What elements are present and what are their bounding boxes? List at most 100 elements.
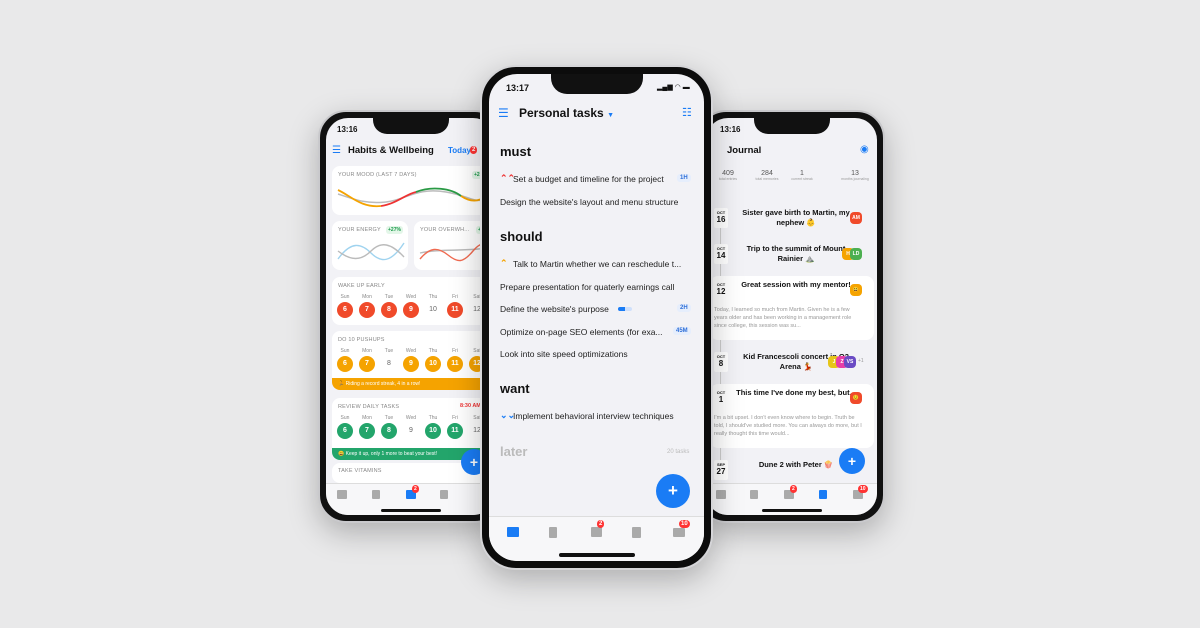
entry-date: OCT 12 (714, 280, 728, 300)
habit-day-check[interactable]: 7 (359, 356, 375, 372)
habit-day-check[interactable]: 8 (381, 423, 397, 439)
add-task-button[interactable]: + (656, 474, 690, 508)
entry-date: OCT 1 (714, 388, 728, 408)
entry-person-avatar: 😃 (850, 284, 862, 296)
add-entry-button[interactable]: + (839, 448, 865, 474)
habit-day-check[interactable]: 9 (403, 356, 419, 372)
task-title: Talk to Martin whether we can reschedule… (513, 259, 682, 269)
list-view-icon[interactable]: ☷ (682, 106, 692, 119)
entry-day: 1 (718, 395, 724, 404)
later-count: 20 tasks (667, 449, 690, 455)
home-indicator (761, 509, 822, 512)
entry-title[interactable]: Great session with my mentor! (736, 280, 856, 290)
menu-icon[interactable]: ☰ (498, 106, 509, 120)
journal-stat: 13 months journaling (837, 170, 873, 181)
task-estimate: 2H (677, 304, 691, 312)
energy-chart (337, 242, 405, 261)
status-time: 13:16 (720, 125, 741, 134)
tab-tasks-icon[interactable] (507, 527, 519, 537)
habit-day-label: Wed (405, 415, 417, 421)
habit-day-check[interactable]: 6 (337, 356, 353, 372)
energy-card[interactable]: YOUR ENERGY +27% (332, 221, 408, 270)
habit-reminder-time: 8:30 AM (460, 403, 481, 409)
tab-bar: 2 10 (706, 483, 877, 515)
entry-date: OCT 8 (714, 352, 728, 372)
habit-day-check[interactable]: 6 (337, 302, 353, 318)
mood-label: YOUR MOOD (LAST 7 DAYS) (338, 172, 417, 178)
tab-notes-icon[interactable] (750, 490, 758, 499)
entry-title[interactable]: Sister gave birth to Martin, my nephew 👶 (736, 208, 856, 228)
habit-day-label: Wed (405, 294, 417, 300)
task-row[interactable]: ⌄⌄ Implement behavioral interview techniq… (500, 411, 695, 427)
habit-day-check[interactable]: 9 (403, 302, 419, 318)
habit-name: DO 10 PUSHUPS (338, 337, 385, 343)
entry-person-avatar: LD (850, 248, 862, 260)
habit-day-check[interactable]: 10 (425, 356, 441, 372)
habit-card[interactable]: DO 10 PUSHUPS Sun 6 Mon 7 Tue 8 Wed 9 Thu 10 Fri 11 S… (332, 331, 495, 390)
tab-journal-icon[interactable] (440, 490, 448, 499)
page-title: Habits & Wellbeing (348, 145, 434, 156)
tab-tasks-icon[interactable] (337, 490, 347, 499)
habit-day-check[interactable]: 6 (337, 423, 353, 439)
entry-day: 8 (718, 359, 724, 368)
today-button[interactable]: Today (448, 146, 471, 155)
tab-people-icon[interactable] (673, 528, 685, 537)
section-header[interactable]: should (500, 229, 543, 244)
energy-label: YOUR ENERGY (338, 227, 381, 233)
task-progress-bar (618, 307, 632, 311)
section-later[interactable]: later (500, 444, 527, 459)
entry-title[interactable]: Trip to the summit of Mount Rainier ⛰️ (736, 244, 856, 264)
task-row[interactable]: Design the website's layout and menu str… (500, 197, 695, 213)
tab-notes-icon[interactable] (372, 490, 380, 499)
people-tab-badge: 10 (679, 520, 690, 528)
entry-date: SEP 27 (714, 460, 728, 480)
task-row[interactable]: ⌃⌃ Set a budget and timeline for the proj… (500, 174, 695, 190)
habit-day-label: Thu (428, 348, 438, 354)
habit-day-check[interactable]: 11 (447, 423, 463, 439)
tab-journal-icon[interactable] (632, 527, 641, 538)
tab-bar: 2 10 (489, 516, 704, 561)
habit-day-check[interactable]: 7 (359, 423, 375, 439)
entry-day: 14 (716, 251, 726, 260)
task-row[interactable]: ⌃ Talk to Martin whether we can reschedul… (500, 259, 695, 275)
habit-day-check[interactable]: 11 (447, 302, 463, 318)
habit-day-label: Sun (340, 294, 350, 300)
task-row[interactable]: Prepare presentation for quaterly earnin… (500, 282, 695, 298)
tab-habits-icon[interactable] (591, 527, 602, 537)
section-header[interactable]: must (500, 144, 531, 159)
journal-stat: 284 total memories (749, 170, 785, 181)
habit-day-label: Thu (428, 415, 438, 421)
habit-day-check[interactable]: 10 (425, 423, 441, 439)
task-row[interactable]: Look into site speed optimizations (500, 349, 695, 365)
habit-day-check[interactable]: 8 (381, 356, 397, 372)
entry-title[interactable]: This time I've done my best, but... (736, 388, 856, 398)
caret-down-icon: ▼ (607, 112, 614, 119)
notch (372, 118, 449, 134)
entry-day: 16 (716, 215, 726, 224)
tab-tasks-icon[interactable] (716, 490, 726, 499)
overwhelm-label: YOUR OVERWH... (420, 227, 470, 233)
eye-icon[interactable]: ◉ (860, 144, 869, 155)
mood-card[interactable]: YOUR MOOD (LAST 7 DAYS) +23% (332, 166, 495, 215)
habit-day-check[interactable]: 7 (359, 302, 375, 318)
entry-title[interactable]: Dune 2 with Peter 🍿 (736, 460, 856, 470)
menu-icon[interactable]: ☰ (332, 145, 341, 156)
habit-day-check[interactable]: 9 (403, 423, 419, 439)
habit-day-check[interactable]: 10 (425, 302, 441, 318)
habit-day-label: Thu (428, 294, 438, 300)
habit-day-check[interactable]: 11 (447, 356, 463, 372)
task-estimate: 45M (673, 326, 691, 335)
tab-notes-icon[interactable] (549, 527, 557, 538)
stat-label: total memories (755, 177, 779, 181)
stat-label: current streak (791, 177, 813, 181)
task-row[interactable]: Define the website's purpose 2H (500, 304, 695, 320)
task-title: Look into site speed optimizations (500, 349, 628, 359)
today-badge: 2 (470, 146, 478, 154)
habit-day-label: Sun (340, 415, 350, 421)
habit-day-check[interactable]: 8 (381, 302, 397, 318)
list-title-dropdown[interactable]: Personal tasks ▼ (519, 106, 614, 120)
habit-card[interactable]: WAKE UP EARLY Sun 6 Mon 7 Tue 8 Wed 9 Thu 10 Fri 11 S… (332, 277, 495, 325)
section-header[interactable]: want (500, 381, 530, 396)
task-row[interactable]: Optimize on-page SEO elements (for exa..… (500, 326, 695, 343)
tab-journal-icon[interactable] (819, 490, 827, 499)
